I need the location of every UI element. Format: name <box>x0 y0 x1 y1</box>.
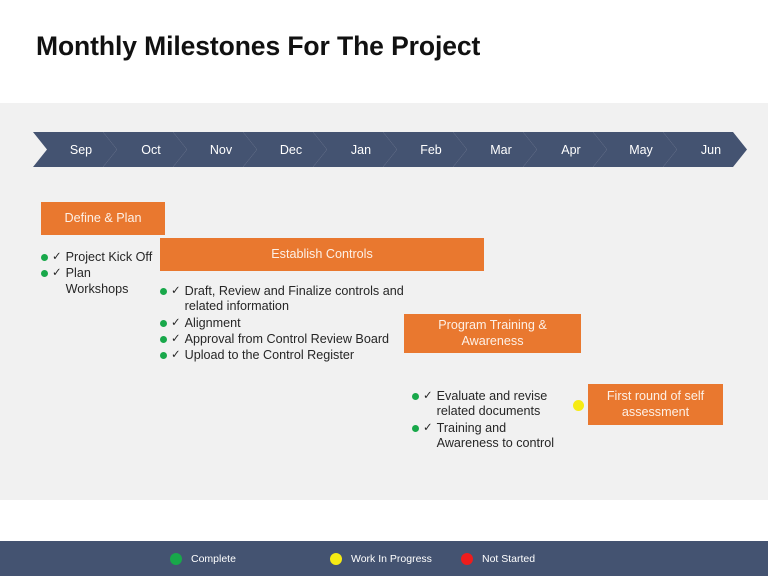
status-dot-green-icon <box>412 393 419 400</box>
legend-label-work-in-progress: Work In Progress <box>351 552 432 565</box>
milestone-item: ✓ Plan Workshops <box>41 266 153 297</box>
status-dot-green-icon <box>160 319 167 327</box>
title-band: Monthly Milestones For The Project <box>0 0 768 103</box>
phase-bullets-define-plan: ✓ Project Kick Off ✓ Plan Workshops <box>41 250 153 298</box>
timeline-month-label: Jun <box>700 142 722 157</box>
legend-dot-red-icon <box>461 552 473 565</box>
milestone-item-label: Draft, Review and Finalize controls and … <box>184 284 404 314</box>
status-dot-green-icon <box>160 288 167 295</box>
check-icon: ✓ <box>423 421 433 434</box>
status-dot-work-in-progress <box>573 400 584 411</box>
milestone-item: ✓ Alignment <box>160 316 405 331</box>
milestone-item: ✓ Draft, Review and Finalize controls and… <box>160 284 405 315</box>
phase-bar-establish-controls[interactable]: Establish Controls <box>160 238 484 271</box>
milestone-item: ✓ Project Kick Off <box>41 250 153 265</box>
milestone-item: ✓ Upload to the Control Register <box>160 348 405 363</box>
check-icon: ✓ <box>171 349 181 362</box>
milestone-item-label: Evaluate and revise related documents <box>436 389 548 419</box>
slide-canvas: Monthly Milestones For The Project Sep Oc… <box>0 0 768 576</box>
timeline-month-label: Dec <box>279 142 303 157</box>
legend-label-not-started: Not Started <box>482 552 536 565</box>
check-icon: ✓ <box>171 316 181 329</box>
status-dot-green-icon <box>412 424 419 432</box>
phase-bar-self-assessment[interactable]: First round of self assessment <box>588 384 723 425</box>
legend-dot-green-icon <box>170 552 182 565</box>
check-icon: ✓ <box>423 390 433 402</box>
timeline-month-label: Feb <box>420 142 442 157</box>
check-icon: ✓ <box>171 333 181 346</box>
legend-dot-yellow-icon <box>330 552 342 565</box>
content-panel: Sep Oct Nov Dec Jan Feb Mar Apr May Jun Define & … <box>0 103 768 500</box>
status-dot-green-icon <box>160 352 167 360</box>
phase-bullets-establish-controls: ✓ Draft, Review and Finalize controls and… <box>160 284 405 365</box>
milestone-item: ✓ Training and Awareness to control <box>412 421 557 452</box>
milestone-item-label: Approval from Control Review Board <box>184 332 390 347</box>
legend-label-complete: Complete <box>191 552 236 565</box>
milestone-item-label: Alignment <box>184 315 241 330</box>
timeline-month-label: Nov <box>209 142 233 157</box>
timeline-month-label: Oct <box>141 142 161 157</box>
timeline-month-label: Jan <box>350 142 372 157</box>
milestone-item: ✓ Approval from Control Review Board <box>160 332 405 347</box>
timeline-month-label: Mar <box>490 142 512 157</box>
timeline-month-label: Apr <box>561 142 581 157</box>
timeline-month-label: Sep <box>69 142 93 157</box>
milestone-item: ✓ Evaluate and revise related documents <box>412 389 557 420</box>
legend-footer: Complete Work In Progress Not Started <box>0 541 768 576</box>
phase-bullets-program-training: ✓ Evaluate and revise related documents ✓ T… <box>412 389 557 452</box>
timeline-month-label: May <box>629 142 653 157</box>
timeline-month-sep[interactable]: Sep <box>33 132 117 167</box>
status-dot-green-icon <box>160 336 167 344</box>
page-title: Monthly Milestones For The Project <box>36 31 481 61</box>
milestone-item-label: Upload to the Control Register <box>184 348 355 363</box>
status-dot-green-icon <box>41 254 48 261</box>
check-icon: ✓ <box>171 285 181 297</box>
check-icon: ✓ <box>52 251 62 263</box>
status-dot-green-icon <box>41 270 48 278</box>
legend-item-work-in-progress: Work In Progress <box>330 541 432 576</box>
milestone-item-label: Training and Awareness to control <box>436 420 555 451</box>
legend-item-complete: Complete <box>170 541 236 576</box>
milestone-item-label: Project Kick Off <box>65 250 153 264</box>
phase-bar-define-plan[interactable]: Define & Plan <box>41 202 165 235</box>
milestone-item-label: Plan Workshops <box>65 266 129 296</box>
legend-item-not-started: Not Started <box>461 541 535 576</box>
check-icon: ✓ <box>52 267 62 280</box>
month-timeline: Sep Oct Nov Dec Jan Feb Mar Apr May Jun <box>33 132 733 167</box>
phase-bar-program-training[interactable]: Program Training & Awareness <box>404 314 581 353</box>
